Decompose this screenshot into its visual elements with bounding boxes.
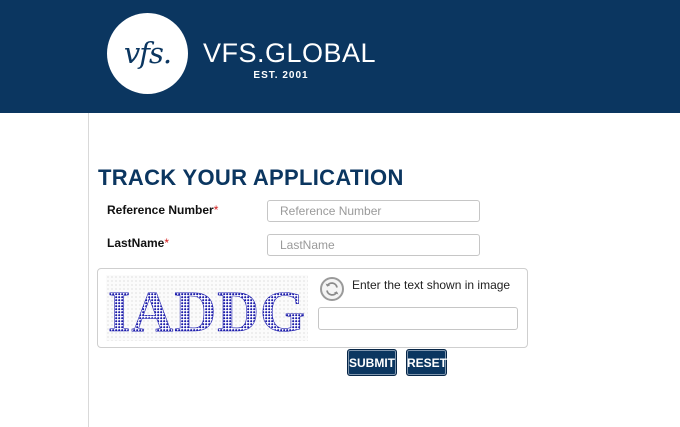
lastname-label-text: LastName <box>107 236 165 250</box>
reference-number-label: Reference Number* <box>107 203 218 217</box>
captcha-text: IADDG <box>108 279 306 341</box>
captcha-image: IADDG <box>106 275 308 341</box>
brand-name: VFS.GLOBAL <box>203 38 377 68</box>
site-header: vfs. VFS.GLOBAL EST. 2001 <box>0 0 680 113</box>
vfs-logo[interactable]: vfs. <box>107 13 188 94</box>
lastname-label: LastName* <box>107 236 169 250</box>
refresh-icon <box>325 282 339 296</box>
reference-number-input[interactable] <box>267 200 480 222</box>
captcha-prompt: Enter the text shown in image <box>352 278 511 292</box>
logo-mark: vfs. <box>123 36 172 70</box>
content-divider <box>88 113 89 427</box>
established-tagline: EST. 2001 <box>253 70 309 81</box>
lastname-input[interactable] <box>267 234 480 256</box>
reset-button[interactable]: RESET <box>406 349 447 376</box>
reference-number-label-text: Reference Number <box>107 203 214 217</box>
submit-button[interactable]: SUBMIT <box>347 349 397 376</box>
refresh-captcha-button[interactable] <box>320 277 344 301</box>
captcha-panel: IADDG Enter the text shown in image <box>97 268 528 348</box>
captcha-input[interactable] <box>318 307 518 330</box>
required-asterisk: * <box>164 236 170 250</box>
page-title: TRACK YOUR APPLICATION <box>98 165 404 190</box>
captcha-graphic: IADDG <box>108 279 306 341</box>
required-asterisk: * <box>213 203 219 217</box>
